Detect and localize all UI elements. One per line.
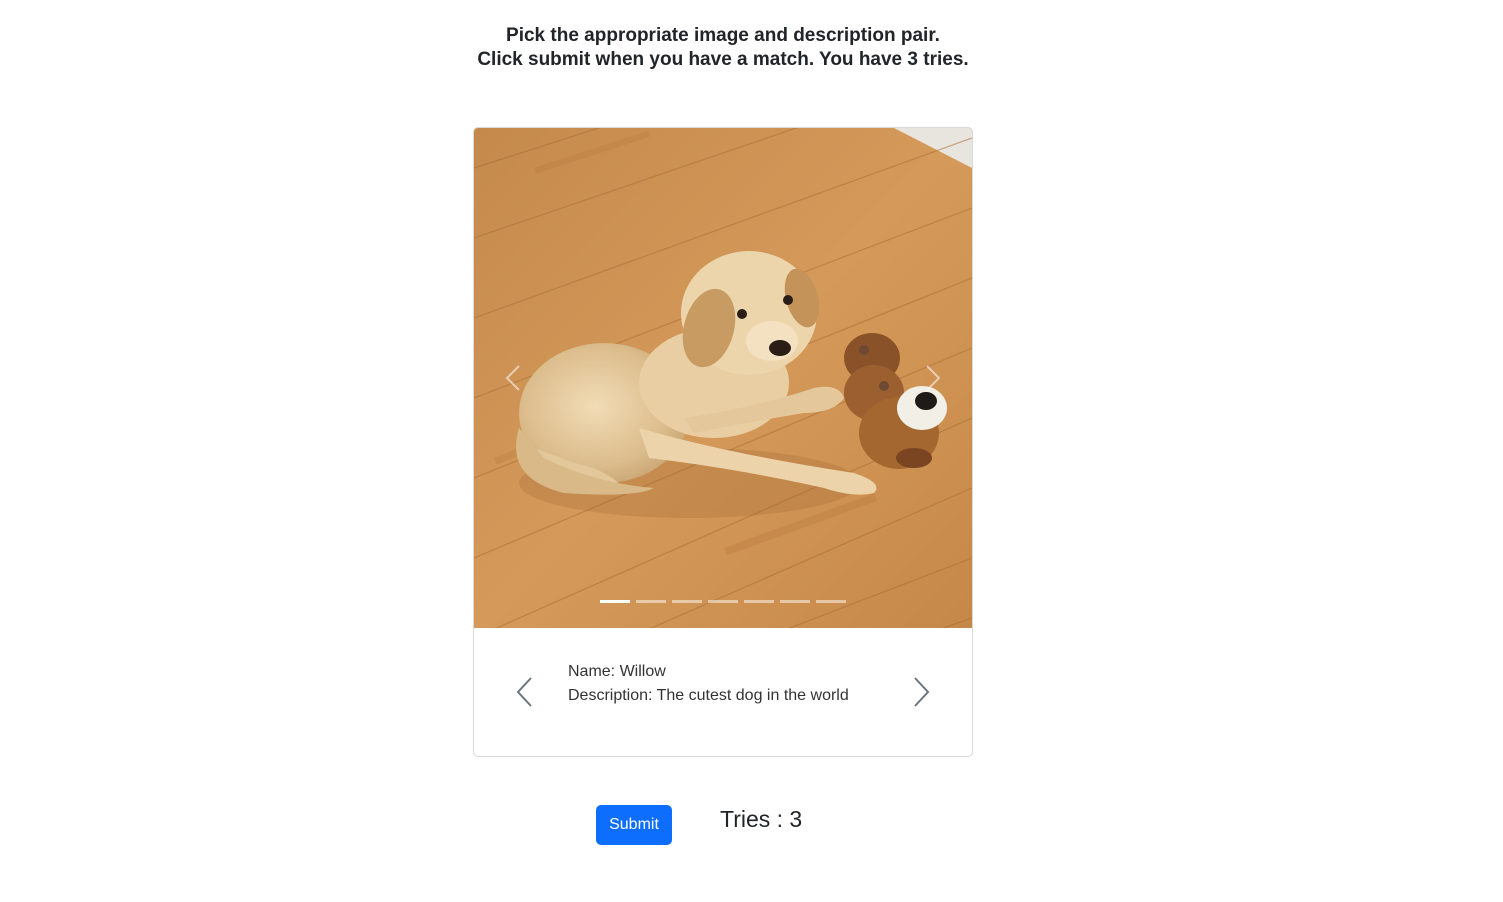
image-carousel: [474, 128, 972, 628]
description-next-button[interactable]: [908, 674, 934, 710]
match-card: Name: Willow Description: The cutest dog…: [473, 127, 973, 757]
description-prev-button[interactable]: [512, 674, 538, 710]
description-text: Name: Willow Description: The cutest dog…: [568, 660, 849, 708]
pet-name: Name: Willow: [568, 663, 666, 680]
dog-photo: [474, 128, 972, 628]
carousel-indicators: [474, 600, 972, 603]
tries-counter: Tries : 3: [720, 806, 803, 832]
carousel-indicator[interactable]: [672, 600, 702, 603]
carousel-indicator[interactable]: [708, 600, 738, 603]
description-carousel: Name: Willow Description: The cutest dog…: [474, 628, 972, 756]
carousel-indicator[interactable]: [744, 600, 774, 603]
instructions-line-2: Click submit when you have a match. You …: [477, 49, 969, 70]
carousel-indicator[interactable]: [600, 600, 630, 603]
chevron-left-icon: [505, 365, 520, 391]
carousel-indicator[interactable]: [780, 600, 810, 603]
carousel-prev-button[interactable]: [494, 358, 534, 398]
chevron-right-icon: [914, 677, 930, 707]
submit-button[interactable]: Submit: [596, 805, 672, 845]
carousel-indicator[interactable]: [636, 600, 666, 603]
pet-description: Description: The cutest dog in the world: [568, 687, 849, 704]
instructions: Pick the appropriate image and descripti…: [0, 24, 1446, 72]
carousel-next-button[interactable]: [912, 358, 952, 398]
carousel-indicator[interactable]: [816, 600, 846, 603]
chevron-left-icon: [516, 677, 532, 707]
instructions-line-1: Pick the appropriate image and descripti…: [506, 25, 940, 46]
chevron-right-icon: [926, 365, 941, 391]
